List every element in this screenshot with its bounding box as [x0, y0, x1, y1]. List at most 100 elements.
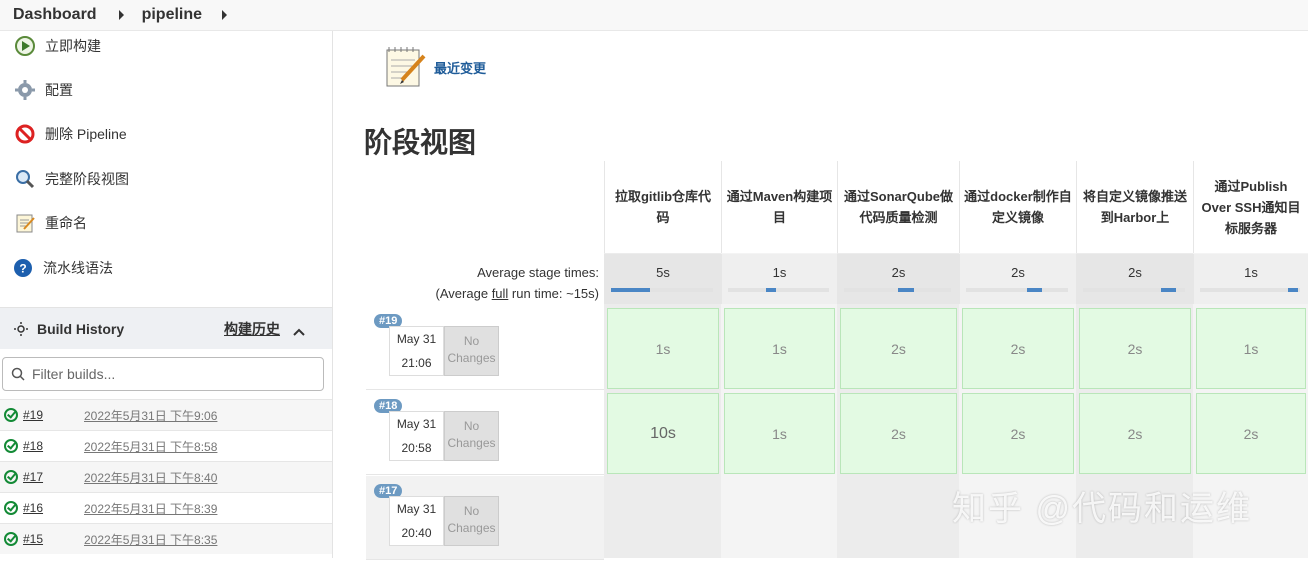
- no-changes-box[interactable]: No Changes: [444, 411, 499, 461]
- watermark: 知乎 @代码和运维: [952, 490, 1252, 528]
- run-date: May 31: [396, 502, 437, 516]
- run-row-head: #18 May 31 20:58 No Changes: [366, 391, 604, 475]
- search-icon: [13, 167, 37, 191]
- run-date: May 31: [396, 417, 437, 431]
- stage-result-cell[interactable]: 2s: [1196, 393, 1306, 474]
- build-number-link[interactable]: #17: [23, 470, 43, 484]
- build-date-link[interactable]: 2022年5月31日 下午8:39: [84, 500, 217, 517]
- stage-result-cell[interactable]: 2s: [1079, 308, 1191, 389]
- build-now-icon: [13, 34, 37, 58]
- no-changes-line-1: No: [463, 419, 480, 433]
- run-time: 20:40: [401, 526, 432, 540]
- task-delete-pipeline[interactable]: 删除 Pipeline: [13, 122, 127, 146]
- task-build-now[interactable]: 立即构建: [13, 34, 101, 58]
- build-history-title: Build History: [37, 320, 125, 337]
- task-full-stage-view[interactable]: 完整阶段视图: [13, 167, 129, 191]
- stage-avg-bar: [844, 288, 951, 292]
- avg-run-time-prefix: (Average: [435, 286, 492, 301]
- task-pipeline-syntax[interactable]: ? 流水线语法: [11, 256, 113, 280]
- build-number-link[interactable]: #15: [23, 532, 43, 546]
- page-title: 阶段视图: [364, 127, 477, 158]
- stage-result-cell[interactable]: 1s: [1196, 308, 1306, 389]
- build-number-link[interactable]: #16: [23, 501, 43, 515]
- stage-avg-bar-fill: [1027, 288, 1043, 292]
- stage-result-cell[interactable]: 2s: [1079, 393, 1191, 474]
- stage-header: 通过Publish Over SSH通知目标服务器: [1193, 161, 1308, 253]
- stage-avg-bar: [611, 288, 713, 292]
- stage-avg-cell: 2s: [1076, 254, 1193, 304]
- stage-avg-time: 1s: [772, 265, 787, 280]
- stage-result-cell[interactable]: 1s: [607, 308, 719, 389]
- svg-text:?: ?: [19, 262, 26, 276]
- task-rename[interactable]: 重命名: [13, 211, 87, 235]
- build-row[interactable]: #17 2022年5月31日 下午8:40: [0, 461, 332, 492]
- main-panel: 最近变更 阶段视图 Average stage times: (Average …: [334, 31, 1308, 560]
- no-changes-line-1: No: [463, 334, 480, 348]
- no-changes-line-2: Changes: [447, 351, 496, 365]
- stage-header: 通过Maven构建项目: [721, 161, 837, 253]
- stage-result-cell[interactable]: 2s: [962, 393, 1074, 474]
- search-icon: [11, 367, 25, 381]
- stage-header: 将自定义镜像推送到Harbor上: [1076, 161, 1193, 253]
- stage-result-cell[interactable]: 2s: [962, 308, 1074, 389]
- run-date-box: May 31 20:58: [389, 411, 444, 461]
- run-date-box: May 31 21:06: [389, 326, 444, 376]
- build-number-link[interactable]: #19: [23, 408, 43, 422]
- full-link[interactable]: full: [492, 286, 509, 301]
- breadcrumb-chevron-icon[interactable]: [118, 10, 124, 20]
- stage-avg-bar-fill: [766, 288, 777, 292]
- filter-placeholder: Filter builds...: [32, 366, 116, 382]
- build-row[interactable]: #15 2022年5月31日 下午8:35: [0, 523, 332, 554]
- build-date-link[interactable]: 2022年5月31日 下午8:40: [84, 469, 217, 486]
- stage-avg-time: 5s: [656, 265, 670, 280]
- breadcrumb-dashboard[interactable]: Dashboard: [13, 6, 97, 24]
- filter-builds-input[interactable]: Filter builds...: [2, 357, 324, 391]
- task-label: 流水线语法: [43, 260, 113, 276]
- success-icon: [4, 470, 18, 484]
- stage-avg-bar: [966, 288, 1068, 292]
- no-changes-box[interactable]: No Changes: [444, 496, 499, 546]
- stage-result-cell[interactable]: 2s: [840, 393, 957, 474]
- stage-avg-time: 1s: [1244, 265, 1258, 280]
- task-label: 删除 Pipeline: [45, 126, 127, 142]
- notepad-icon: [384, 44, 428, 90]
- stage-result-cell[interactable]: 1s: [724, 393, 835, 474]
- avg-run-time-label: (Average full run time: ~15s): [436, 286, 599, 301]
- task-configure[interactable]: 配置: [13, 78, 73, 102]
- avg-stage-times-label: Average stage times:: [477, 265, 599, 280]
- build-trend-link[interactable]: 构建历史: [224, 319, 280, 339]
- build-row[interactable]: #16 2022年5月31日 下午8:39: [0, 492, 332, 523]
- build-date-link[interactable]: 2022年5月31日 下午8:58: [84, 438, 217, 455]
- build-number-link[interactable]: #18: [23, 439, 43, 453]
- build-date-link[interactable]: 2022年5月31日 下午8:35: [84, 531, 217, 548]
- recent-changes-link[interactable]: 最近变更: [434, 58, 486, 77]
- notepad-icon: [13, 211, 37, 235]
- success-icon: [4, 439, 18, 453]
- stage-avg-bar: [1083, 288, 1185, 292]
- stage-result-cell[interactable]: 2s: [840, 308, 957, 389]
- stage-avg-bar: [728, 288, 829, 292]
- run-row-head: #19 May 31 21:06 No Changes: [366, 306, 604, 390]
- chevron-up-icon[interactable]: [293, 323, 305, 341]
- build-row[interactable]: #18 2022年5月31日 下午8:58: [0, 430, 332, 461]
- stage-avg-bar-fill: [897, 288, 914, 292]
- recent-changes[interactable]: 最近变更: [384, 44, 486, 90]
- breadcrumb-pipeline[interactable]: pipeline: [142, 6, 202, 24]
- stage-header: 通过SonarQube做代码质量检测: [837, 161, 959, 253]
- stage-header: 通过docker制作自定义镜像: [959, 161, 1076, 253]
- breadcrumb-bar: Dashboard pipeline: [0, 0, 1308, 31]
- stage-avg-bar-fill: [611, 288, 650, 292]
- sun-icon: [14, 321, 28, 336]
- build-date-link[interactable]: 2022年5月31日 下午9:06: [84, 407, 217, 424]
- run-row: #18 May 31 20:58 No Changes 10s 1s 2s 2s 2s 2…: [366, 391, 1308, 476]
- no-changes-box[interactable]: No Changes: [444, 326, 499, 376]
- build-row[interactable]: #19 2022年5月31日 下午9:06: [0, 399, 332, 430]
- run-time: 21:06: [401, 356, 432, 370]
- run-date-box: May 31 20:40: [389, 496, 444, 546]
- success-icon: [4, 532, 18, 546]
- stage-result-cell[interactable]: 1s: [724, 308, 835, 389]
- stage-header: 拉取gitlib仓库代码: [604, 161, 721, 253]
- breadcrumb-chevron-icon[interactable]: [222, 10, 228, 20]
- help-icon: ?: [11, 256, 35, 280]
- stage-result-cell[interactable]: 10s: [607, 393, 719, 474]
